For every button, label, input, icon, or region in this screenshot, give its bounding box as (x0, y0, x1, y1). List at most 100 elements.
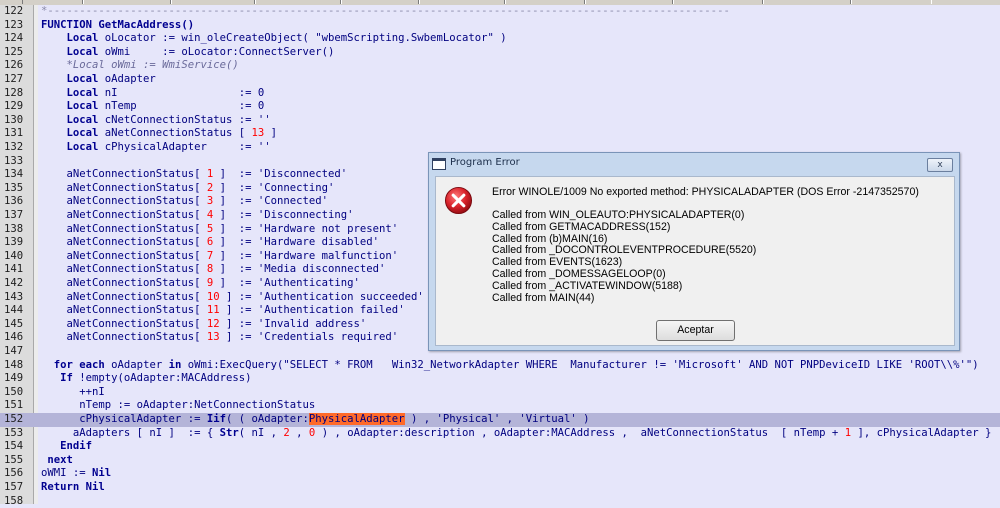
code-line[interactable]: 129 Local nTemp := 0 (0, 100, 1000, 114)
code-text[interactable]: Local oWmi := oLocator:ConnectServer() (41, 46, 335, 60)
code-line[interactable]: 155 next (0, 454, 1000, 468)
line-number: 154 (4, 440, 24, 453)
code-line[interactable]: 153 aAdapters [ nI ] := { Str( nI , 2 , … (0, 427, 1000, 441)
line-number: 134 (4, 168, 24, 181)
code-line[interactable]: 127 Local oAdapter (0, 73, 1000, 87)
code-text[interactable]: Local aNetConnectionStatus [ 13 ] (41, 127, 278, 141)
line-number: 143 (4, 290, 24, 303)
code-line[interactable]: 156 oWMI := Nil (0, 467, 1000, 481)
call-stack-entry: Called from _ACTIVATEWINDOW(5188) (492, 279, 683, 292)
code-line[interactable]: 152 cPhysicalAdapter := Iif( ( oAdapter:… (0, 413, 1000, 427)
line-number: 156 (4, 467, 24, 480)
line-number: 124 (4, 32, 24, 45)
line-number: 131 (4, 127, 24, 140)
code-line[interactable]: 123 FUNCTION GetMacAddress() (0, 19, 1000, 33)
code-text[interactable]: oWMI := Nil (41, 467, 111, 481)
code-text[interactable]: aAdapters [ nI ] := { Str( nI , 2 , 0 ) … (41, 427, 992, 441)
line-number: 152 (4, 413, 24, 425)
error-icon (444, 186, 473, 215)
editor-tab[interactable] (762, 0, 852, 4)
code-text[interactable]: Local nI := 0 (41, 87, 265, 101)
editor-tab[interactable] (82, 0, 172, 4)
code-text[interactable]: Local cPhysicalAdapter := '' (41, 141, 271, 155)
code-text[interactable]: aNetConnectionStatus[ 6 ] := 'Hardware d… (41, 236, 380, 250)
code-text[interactable]: *---------------------------------------… (41, 5, 730, 19)
code-text[interactable]: Local oAdapter (41, 73, 156, 87)
editor-tab[interactable] (418, 0, 506, 4)
code-line[interactable]: 151 nTemp := oAdapter:NetConnectionStatu… (0, 399, 1000, 413)
dialog-titlebar[interactable]: Program Error x (429, 153, 959, 175)
line-number: 126 (4, 59, 24, 72)
code-text[interactable]: aNetConnectionStatus[ 11 ] := 'Authentic… (41, 304, 405, 318)
code-text[interactable]: Local nTemp := 0 (41, 100, 265, 114)
editor-tab[interactable] (850, 0, 932, 4)
editor-tab[interactable] (504, 0, 586, 4)
code-line[interactable]: 128 Local nI := 0 (0, 87, 1000, 101)
line-number: 129 (4, 100, 24, 113)
code-text[interactable]: for each oAdapter in oWmi:ExecQuery("SEL… (41, 359, 979, 373)
line-number: 140 (4, 249, 24, 262)
code-text[interactable]: *Local oWmi := WmiService() (41, 59, 239, 73)
code-text[interactable]: Return Nil (41, 481, 105, 495)
line-number: 130 (4, 113, 24, 126)
code-text[interactable]: aNetConnectionStatus[ 9 ] := 'Authentica… (41, 277, 360, 291)
line-number: 149 (4, 372, 24, 385)
line-number: 125 (4, 45, 24, 58)
code-text[interactable]: aNetConnectionStatus[ 13 ] := 'Credentia… (41, 331, 399, 345)
code-line[interactable]: 130 Local cNetConnectionStatus := '' (0, 114, 1000, 128)
code-line[interactable]: 149 If !empty(oAdapter:MACAddress) (0, 372, 1000, 386)
code-line[interactable]: 131 Local aNetConnectionStatus [ 13 ] (0, 127, 1000, 141)
code-text[interactable]: Endif (41, 440, 92, 454)
call-stack-list: Called from WIN_OLEAUTO:PHYSICALADAPTER(… (492, 209, 756, 304)
code-line[interactable]: 157 Return Nil (0, 481, 1000, 495)
line-number: 147 (4, 345, 24, 357)
code-line[interactable]: 154 Endif (0, 440, 1000, 454)
line-number: 128 (4, 86, 24, 99)
code-text[interactable]: aNetConnectionStatus[ 5 ] := 'Hardware n… (41, 223, 399, 237)
code-text[interactable]: ++nI (41, 386, 105, 400)
code-text[interactable]: FUNCTION GetMacAddress() (41, 19, 194, 33)
line-number: 142 (4, 277, 24, 289)
editor-tab[interactable] (254, 0, 342, 4)
call-stack-entry: Called from GETMACADDRESS(152) (492, 220, 671, 233)
close-button[interactable]: x (927, 158, 953, 172)
code-text[interactable]: aNetConnectionStatus[ 2 ] := 'Connecting… (41, 182, 335, 196)
code-line[interactable]: 126 *Local oWmi := WmiService() (0, 59, 1000, 73)
code-text[interactable]: aNetConnectionStatus[ 12 ] := 'Invalid a… (41, 318, 367, 332)
code-text[interactable]: aNetConnectionStatus[ 1 ] := 'Disconnect… (41, 168, 348, 182)
line-number: 146 (4, 331, 24, 344)
code-line[interactable]: 148 for each oAdapter in oWmi:ExecQuery(… (0, 359, 1000, 373)
code-text[interactable]: Local oLocator := win_oleCreateObject( "… (41, 32, 507, 46)
code-line[interactable]: 150 ++nI (0, 386, 1000, 400)
code-line[interactable]: 158 (0, 495, 1000, 508)
editor-tab[interactable] (170, 0, 256, 4)
editor-tab[interactable] (672, 0, 764, 4)
code-text[interactable]: If !empty(oAdapter:MACAddress) (41, 372, 251, 386)
code-text[interactable]: aNetConnectionStatus[ 10 ] := 'Authentic… (41, 291, 424, 305)
code-text[interactable]: aNetConnectionStatus[ 3 ] := 'Connected' (41, 195, 329, 209)
code-text[interactable]: nTemp := oAdapter:NetConnectionStatus (41, 399, 315, 413)
dialog-body: Error WINOLE/1009 No exported method: PH… (435, 176, 955, 346)
editor-tab[interactable] (340, 0, 420, 4)
editor-tab[interactable] (584, 0, 674, 4)
line-number: 144 (4, 304, 24, 317)
editor-tab[interactable] (22, 0, 84, 4)
accept-button[interactable]: Aceptar (656, 320, 735, 341)
line-number: 127 (4, 73, 24, 85)
line-number: 132 (4, 141, 24, 153)
code-text[interactable]: aNetConnectionStatus[ 7 ] := 'Hardware m… (41, 250, 399, 264)
code-line[interactable]: 122 *------------------------------------… (0, 5, 1000, 19)
line-number: 145 (4, 317, 24, 330)
line-number: 150 (4, 385, 24, 398)
line-number: 158 (4, 494, 24, 507)
code-line[interactable]: 125 Local oWmi := oLocator:ConnectServer… (0, 46, 1000, 60)
dialog-title: Program Error (450, 157, 520, 168)
code-text[interactable]: Local cNetConnectionStatus := '' (41, 114, 271, 128)
window-icon (432, 158, 446, 170)
code-text[interactable]: aNetConnectionStatus[ 4 ] := 'Disconnect… (41, 209, 354, 223)
code-line[interactable]: 124 Local oLocator := win_oleCreateObjec… (0, 32, 1000, 46)
code-text[interactable]: next (41, 454, 73, 468)
code-text[interactable]: cPhysicalAdapter := Iif( ( oAdapter:Phys… (41, 413, 590, 427)
line-number: 133 (4, 154, 24, 167)
code-text[interactable]: aNetConnectionStatus[ 8 ] := 'Media disc… (41, 263, 386, 277)
